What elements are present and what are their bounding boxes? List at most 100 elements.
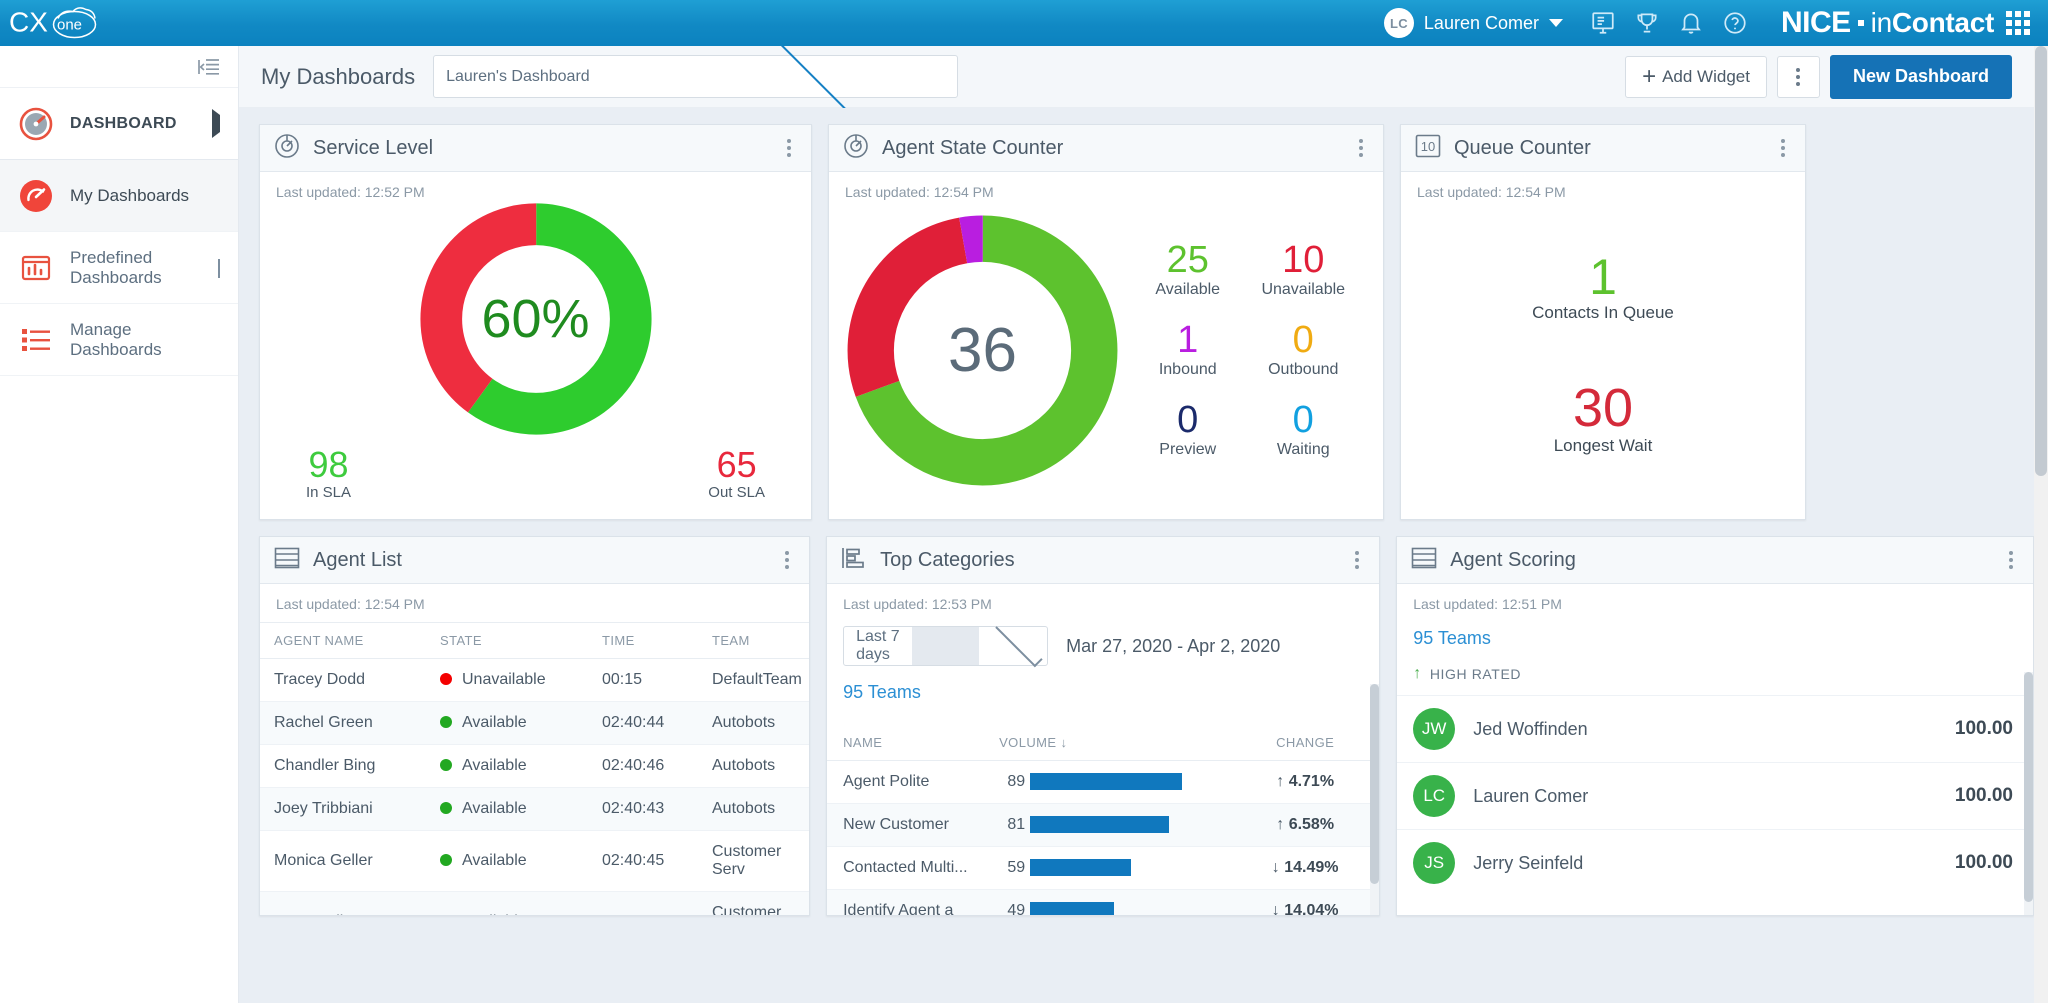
cxone-logo[interactable]: CX one (8, 3, 108, 43)
table-row[interactable]: Contacted Multi... 59 ↓ 14.49% (827, 847, 1379, 890)
column-header-volume[interactable]: VOLUME ↓ (999, 725, 1231, 761)
plus-icon: + (1642, 65, 1656, 89)
new-dashboard-button[interactable]: New Dashboard (1830, 55, 2012, 99)
collapse-icon (198, 58, 220, 76)
sidebar-item-manage-dashboards[interactable]: Manage Dashboards (0, 304, 238, 376)
user-menu[interactable]: LC Lauren Comer (1384, 8, 1563, 38)
dashboard-more-options-button[interactable] (1777, 56, 1820, 98)
scrollbar-thumb[interactable] (2024, 672, 2033, 902)
category-volume: 81 (999, 804, 1231, 847)
table-row[interactable]: Joey Tribbiani Available 02:40:43 Autobo… (260, 788, 809, 831)
agent-state: Available (440, 745, 602, 788)
apps-grid-icon[interactable] (2006, 11, 2030, 35)
column-header[interactable]: NAME (827, 725, 999, 761)
sort-desc-icon: ↓ (1060, 735, 1067, 750)
dashboard-select[interactable]: Lauren's Dashboard (433, 55, 958, 98)
teams-filter-link[interactable]: 95 Teams (1397, 612, 2033, 649)
table-row[interactable]: Chandler Bing Available 02:40:46 Autobot… (260, 745, 809, 788)
widget-header: 10 Queue Counter (1401, 125, 1805, 172)
category-change: ↑ 4.71% (1231, 761, 1379, 804)
table-row[interactable]: Monica Geller Available 02:40:45 Custome… (260, 831, 809, 892)
horizontal-bar-chart-icon (841, 546, 867, 575)
collapse-sidebar-button[interactable] (0, 46, 238, 88)
widget-menu-button[interactable] (1349, 545, 1365, 575)
scrollbar-thumb[interactable] (1370, 684, 1379, 884)
nice-wordmark: NICE (1781, 6, 1851, 40)
trophy-icon[interactable] (1625, 0, 1669, 46)
longest-wait-value: 30 (1401, 381, 1805, 436)
widget-menu-button[interactable] (1353, 133, 1369, 163)
widget-menu-button[interactable] (2003, 545, 2019, 575)
add-widget-button[interactable]: + Add Widget (1625, 56, 1767, 98)
column-header[interactable]: TEAM (712, 623, 809, 659)
widget-menu-button[interactable] (779, 545, 795, 575)
presentation-icon[interactable] (1581, 0, 1625, 46)
donut-center-label: 36 (835, 203, 1130, 498)
list-item[interactable]: JW Jed Woffinden 100.00 (1397, 695, 2033, 762)
main-content: My Dashboards Lauren's Dashboard + Add W… (239, 46, 2034, 1003)
page-scrollbar[interactable] (2034, 46, 2048, 1003)
contacts-in-queue-value: 1 (1401, 252, 1805, 303)
widget-row-1: Service Level Last updated: 12:52 PM 60% (259, 124, 2034, 520)
agent-name: Monica Geller (260, 831, 440, 892)
category-change: ↓ 14.04% (1231, 890, 1379, 916)
stat-preview: 0 Preview (1130, 401, 1246, 459)
arrow-up-icon: ↑ (1276, 816, 1284, 833)
column-header[interactable]: TIME (602, 623, 712, 659)
dashboard-toolbar: My Dashboards Lauren's Dashboard + Add W… (239, 46, 2034, 108)
agent-name: Chandler Bing (260, 745, 440, 788)
logo-separator-dot (1858, 20, 1864, 26)
table-row[interactable]: Ross Geller Available 02:40:45 Customer … (260, 892, 809, 916)
volume-bar (1030, 859, 1131, 876)
widget-body: Last updated: 12:52 PM 60% 98 (260, 172, 811, 519)
sidebar-item-my-dashboards[interactable]: My Dashboards (0, 160, 238, 232)
sidebar-item-predefined-dashboards[interactable]: Predefined Dashboards (0, 232, 238, 304)
page-scrollbar-thumb[interactable] (2035, 46, 2047, 476)
agent-state: Unavailable (440, 659, 602, 702)
agent-name: Jerry Seinfeld (1473, 853, 1937, 874)
help-icon[interactable] (1713, 0, 1757, 46)
period-select[interactable]: Last 7 days (843, 626, 1048, 666)
table-row[interactable]: Agent Polite 89 ↑ 4.71% (827, 761, 1379, 804)
volume-bar (1030, 902, 1114, 915)
state-dot-icon (440, 802, 452, 814)
widget-menu-button[interactable] (1775, 133, 1791, 163)
sidebar-item-dashboard[interactable]: DASHBOARD (0, 88, 238, 160)
column-header[interactable]: STATE (440, 623, 602, 659)
sidebar: DASHBOARD My Dashboards Predefined Dashb… (0, 46, 239, 1003)
svg-text:10: 10 (1421, 139, 1435, 154)
category-change: ↓ 14.49% (1231, 847, 1379, 890)
agent-time: 00:15 (602, 659, 712, 702)
widget-scrollbar[interactable] (2024, 672, 2033, 915)
longest-wait-stat: 30 Longest Wait (1401, 381, 1805, 456)
widget-menu-button[interactable] (781, 133, 797, 163)
sidebar-item-label: Predefined Dashboards (70, 248, 202, 287)
table-row[interactable]: Rachel Green Available 02:40:44 Autobots (260, 702, 809, 745)
widget-service-level: Service Level Last updated: 12:52 PM 60% (259, 124, 812, 520)
agent-name: Rachel Green (260, 702, 440, 745)
in-sla-stat: 98 In SLA (306, 446, 351, 501)
category-name: Agent Polite (827, 761, 999, 804)
agent-state-content: 36 25 Available 10 Unavailable (829, 200, 1383, 500)
list-item[interactable]: JS Jerry Seinfeld 100.00 (1397, 829, 2033, 896)
page-title: My Dashboards (261, 64, 415, 90)
service-level-footer: 98 In SLA 65 Out SLA (260, 446, 811, 501)
agent-time: 02:40:45 (602, 831, 712, 892)
agent-score: 100.00 (1955, 785, 2013, 807)
table-row[interactable]: New Customer 81 ↑ 6.58% (827, 804, 1379, 847)
widget-title: Agent List (313, 549, 402, 572)
table-row[interactable]: Identify Agent a 49 ↓ 14.04% (827, 890, 1379, 916)
agent-list-table: AGENT NAME STATE TIME TEAM Tracey Dodd U… (260, 623, 809, 915)
widget-scrollbar[interactable] (1370, 684, 1379, 915)
widget-queue-counter: 10 Queue Counter Last updated: 12:54 PM … (1400, 124, 1806, 520)
widget-canvas: Service Level Last updated: 12:52 PM 60% (239, 108, 2034, 1003)
list-item[interactable]: LC Lauren Comer 100.00 (1397, 762, 2033, 829)
widget-body: Last updated: 12:54 PM AGENT NAME STATE … (260, 584, 809, 915)
teams-filter-link[interactable]: 95 Teams (827, 666, 1379, 703)
bell-icon[interactable] (1669, 0, 1713, 46)
column-header[interactable]: AGENT NAME (260, 623, 440, 659)
sidebar-item-label: DASHBOARD (70, 115, 177, 133)
table-row[interactable]: Tracey Dodd Unavailable 00:15 DefaultTea… (260, 659, 809, 702)
column-header[interactable]: CHANGE (1231, 725, 1379, 761)
agent-name: Ross Geller (260, 892, 440, 916)
